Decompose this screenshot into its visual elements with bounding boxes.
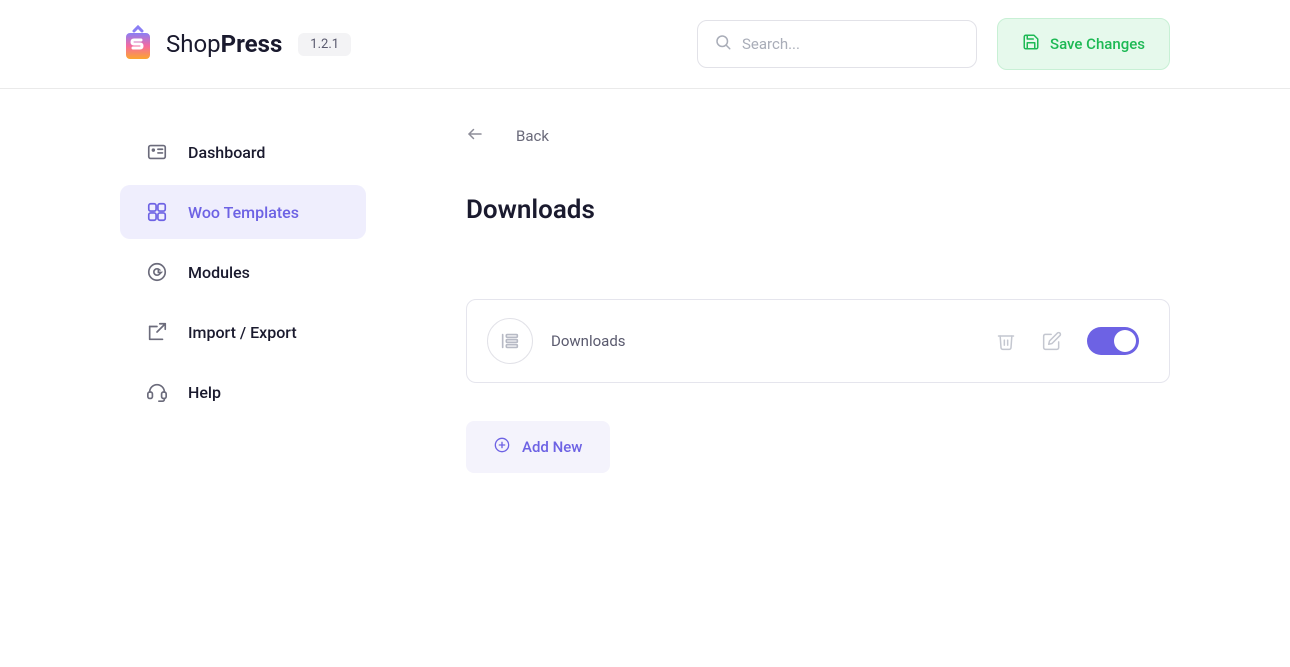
- sidebar-item-woo-templates[interactable]: Woo Templates: [120, 185, 366, 239]
- sidebar-item-label: Dashboard: [188, 143, 265, 162]
- sidebar-item-help[interactable]: Help: [120, 365, 366, 419]
- brand-name: ShopPress: [166, 30, 282, 58]
- add-new-button[interactable]: Add New: [466, 421, 610, 473]
- template-row-actions: [995, 327, 1139, 355]
- template-row: Downloads: [466, 299, 1170, 383]
- add-new-label: Add New: [522, 438, 582, 456]
- save-button-label: Save Changes: [1050, 35, 1145, 53]
- templates-icon: [146, 201, 168, 223]
- help-icon: [146, 381, 168, 403]
- search-input[interactable]: [742, 35, 960, 53]
- main-content: Back Downloads Downloads: [466, 125, 1170, 473]
- plus-circle-icon: [494, 437, 510, 457]
- search-box[interactable]: [697, 20, 977, 68]
- arrow-left-icon: [466, 125, 484, 147]
- page-title: Downloads: [466, 195, 1170, 225]
- header-actions: Save Changes: [697, 18, 1170, 70]
- logo-icon: [120, 25, 158, 63]
- sidebar-item-label: Modules: [188, 263, 250, 282]
- sidebar: Dashboard Woo Templates: [120, 125, 366, 473]
- delete-button[interactable]: [995, 330, 1017, 352]
- import-export-icon: [146, 321, 168, 343]
- sidebar-item-label: Woo Templates: [188, 203, 299, 222]
- modules-icon: [146, 261, 168, 283]
- sidebar-item-dashboard[interactable]: Dashboard: [120, 125, 366, 179]
- template-icon: [487, 318, 533, 364]
- search-icon: [714, 33, 732, 55]
- save-icon: [1022, 33, 1040, 55]
- edit-button[interactable]: [1041, 330, 1063, 352]
- logo-area: ShopPress 1.2.1: [120, 25, 351, 63]
- logo: ShopPress: [120, 25, 282, 63]
- version-badge: 1.2.1: [298, 33, 351, 56]
- sidebar-item-label: Import / Export: [188, 323, 297, 342]
- template-toggle[interactable]: [1087, 327, 1139, 355]
- template-row-left: Downloads: [487, 318, 626, 364]
- header: ShopPress 1.2.1: [0, 0, 1290, 89]
- sidebar-item-import-export[interactable]: Import / Export: [120, 305, 366, 359]
- back-link[interactable]: Back: [466, 125, 1170, 147]
- save-changes-button[interactable]: Save Changes: [997, 18, 1170, 70]
- dashboard-icon: [146, 141, 168, 163]
- back-label: Back: [516, 127, 549, 145]
- sidebar-item-modules[interactable]: Modules: [120, 245, 366, 299]
- toggle-knob: [1114, 330, 1136, 352]
- sidebar-item-label: Help: [188, 383, 221, 402]
- template-name: Downloads: [551, 332, 626, 350]
